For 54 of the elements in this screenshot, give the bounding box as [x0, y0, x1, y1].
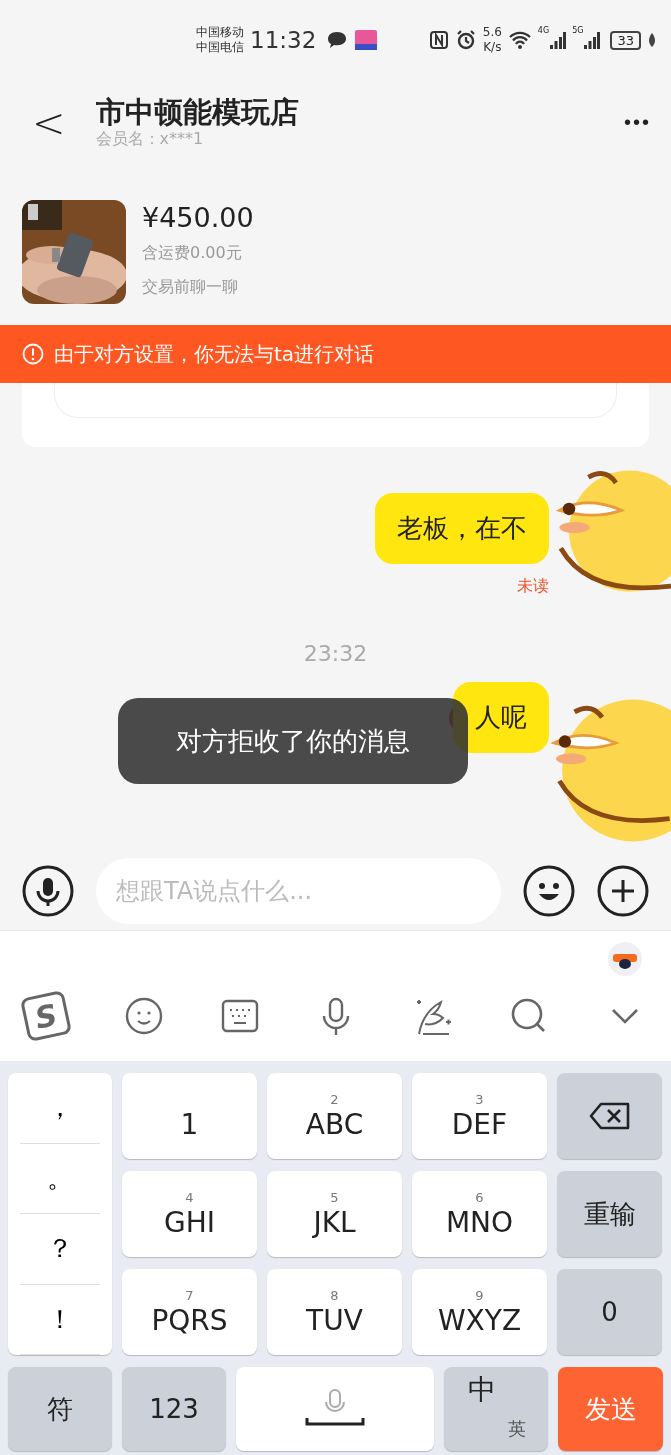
carrier-label: 中国电信	[196, 40, 244, 55]
add-button[interactable]	[597, 865, 649, 917]
letter-key[interactable]: 1	[122, 1073, 257, 1159]
network-speed: K/s	[483, 40, 502, 55]
letter-key[interactable]: 5 JKL	[267, 1171, 402, 1257]
member-name: 会员名：x***1	[95, 129, 205, 150]
app-icon	[354, 29, 379, 51]
shop-name: 市中顿能模玩店	[95, 95, 300, 129]
price: ¥450.00	[142, 201, 254, 235]
toast-message: 对方拒收了你的消息	[118, 698, 468, 784]
number-key[interactable]: 123	[121, 1367, 227, 1451]
voice-button[interactable]	[22, 865, 74, 917]
wifi-icon	[507, 30, 532, 50]
signal-icon	[550, 31, 567, 49]
mascot-icon[interactable]	[606, 939, 644, 977]
letter-key[interactable]: 3 DEF	[412, 1073, 547, 1159]
emoji-button[interactable]	[523, 865, 575, 917]
back-button[interactable]: <	[28, 99, 70, 146]
clock: 11:32	[250, 27, 317, 53]
punctuation-key[interactable]: ，	[20, 1073, 100, 1144]
network-speed: 5.6	[482, 25, 502, 40]
letter-key[interactable]: 7 PQRS	[122, 1269, 257, 1355]
punctuation-key[interactable]: 。	[20, 1143, 100, 1214]
leaf-icon	[647, 32, 657, 48]
shipping-note: 含运费0.00元	[142, 242, 243, 264]
read-status: 未读	[517, 576, 549, 597]
letter-key[interactable]: 8 TUV	[267, 1269, 402, 1355]
letter-key[interactable]: 2 ABC	[267, 1073, 402, 1159]
letter-key[interactable]: 4 GHI	[122, 1171, 257, 1257]
function-key[interactable]: 0	[557, 1269, 662, 1355]
function-key[interactable]: 重输	[557, 1171, 662, 1257]
timestamp: 23:32	[303, 641, 368, 666]
letter-key[interactable]: 9 WXYZ	[412, 1269, 547, 1355]
chat-icon	[326, 30, 349, 50]
chat-note: 交易前聊一聊	[142, 276, 239, 298]
nfc-icon	[428, 30, 449, 50]
smiley-icon[interactable]	[124, 996, 165, 1036]
network-type: 5G	[572, 26, 584, 35]
delete-key[interactable]	[557, 1073, 662, 1159]
symbol-key[interactable]: 符	[8, 1367, 112, 1451]
punctuation-key[interactable]: ？	[20, 1214, 100, 1285]
message-input[interactable]: 想跟TA说点什么...	[96, 858, 501, 924]
network-type: 4G	[537, 26, 550, 35]
letter-key[interactable]: 6 MNO	[412, 1171, 547, 1257]
more-button[interactable]: •••	[624, 111, 651, 134]
backspace-icon	[588, 1102, 631, 1130]
warning-text: 由于对方设置，你无法与ta进行对话	[54, 340, 375, 368]
battery-level: 33	[610, 30, 641, 50]
language-key[interactable]: 中 英	[443, 1367, 549, 1451]
warning-icon	[22, 343, 44, 365]
keyboard-logo[interactable]: S	[19, 989, 73, 1043]
chat-bubble: 老板，在不	[375, 493, 549, 564]
signal-icon	[584, 31, 601, 49]
carrier-label: 中国移动	[196, 25, 244, 40]
